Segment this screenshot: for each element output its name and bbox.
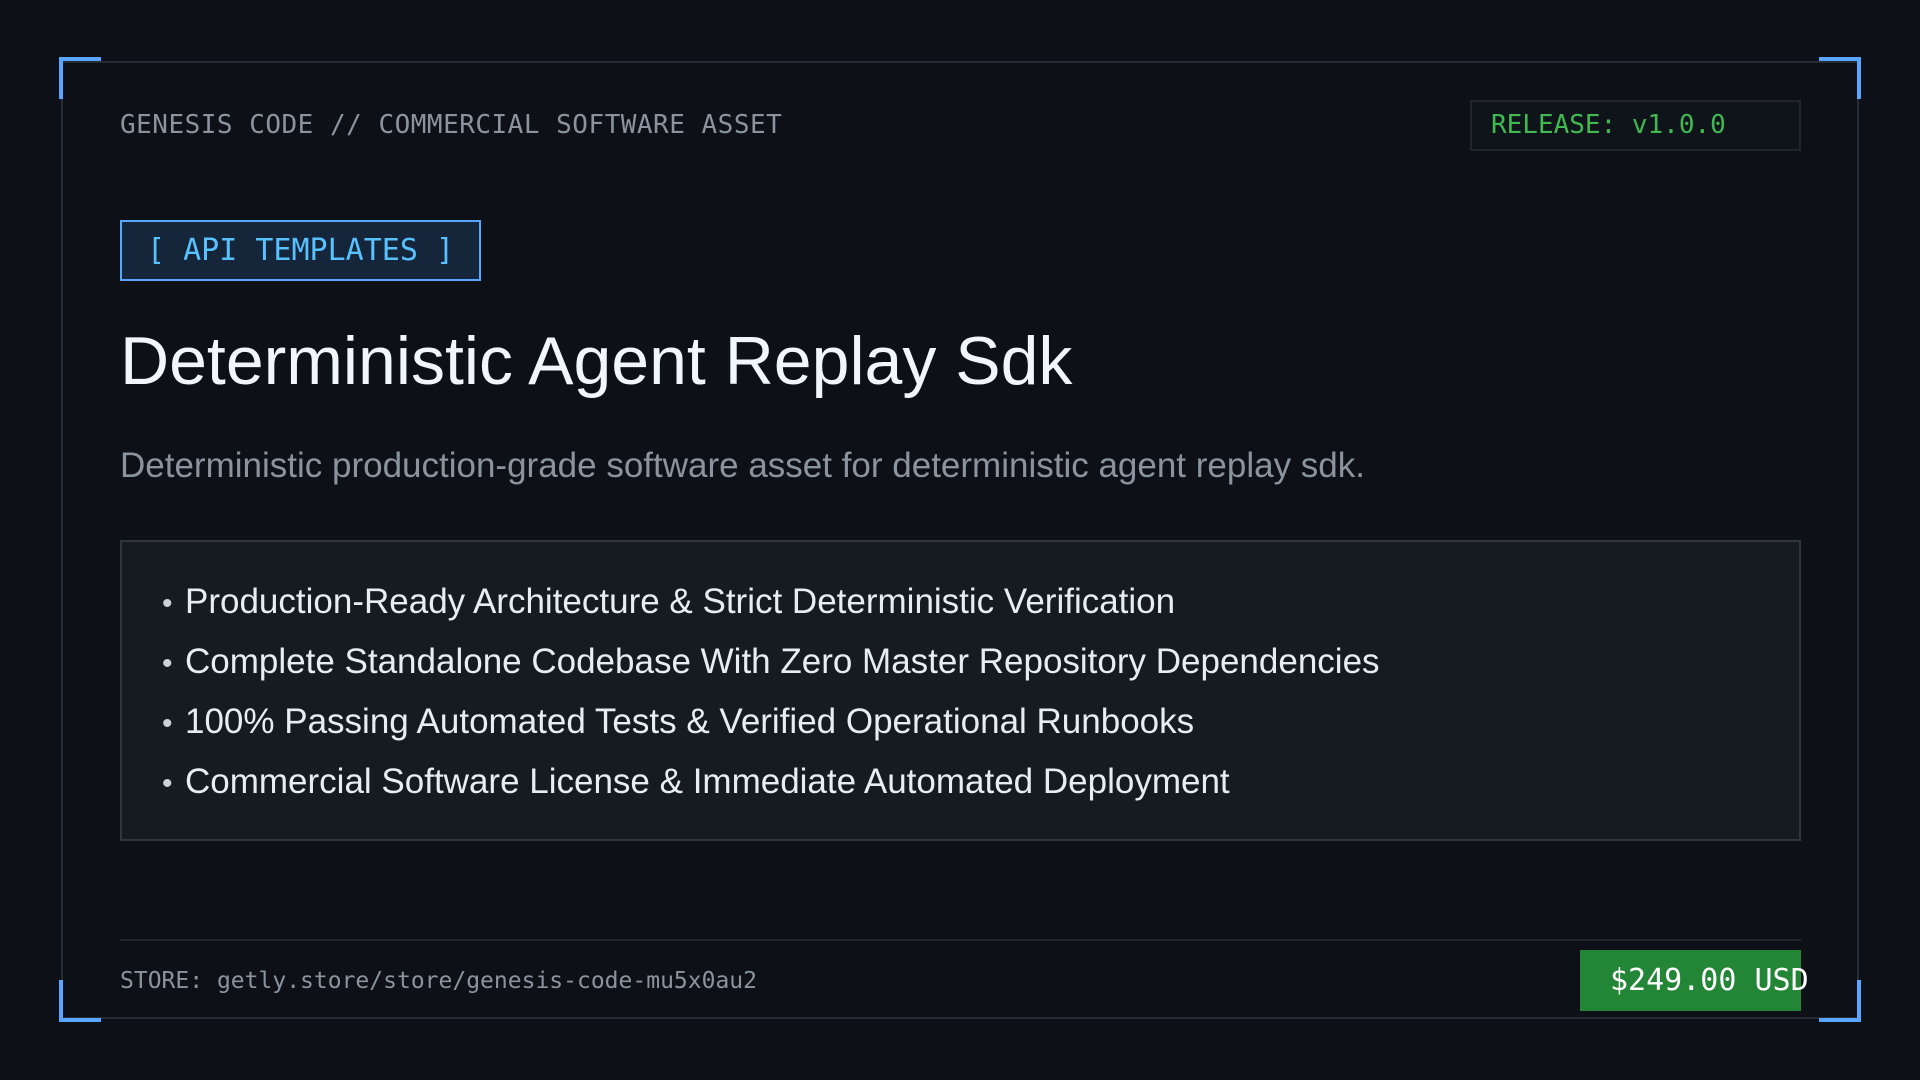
store-label: STORE: [120, 968, 204, 994]
product-description: Deterministic production-grade software … [120, 446, 1365, 485]
feature-item: • Commercial Software License & Immediate… [162, 753, 1799, 813]
footer-divider [120, 939, 1801, 941]
features-panel: • Production-Ready Architecture & Strict … [120, 540, 1801, 841]
feature-item: • 100% Passing Automated Tests & Verified… [162, 693, 1799, 753]
feature-text: Commercial Software License & Immediate … [185, 762, 1230, 801]
bullet-icon: • [162, 647, 173, 680]
price-button[interactable]: $249.00 USD [1580, 950, 1809, 1011]
corner-bracket-bottom-right [1819, 980, 1861, 1022]
feature-text: Production-Ready Architecture & Strict D… [185, 582, 1176, 621]
store-link[interactable]: STORE: getly.store/store/genesis-code-mu… [120, 966, 757, 996]
bullet-icon: • [162, 707, 173, 740]
release-badge: RELEASE: v1.0.0 [1470, 100, 1801, 151]
bullet-icon: • [162, 587, 173, 620]
feature-text: 100% Passing Automated Tests & Verified … [185, 702, 1195, 741]
bullet-icon: • [162, 767, 173, 800]
feature-item: • Production-Ready Architecture & Strict … [162, 573, 1799, 633]
category-tag: [ API TEMPLATES ] [120, 220, 481, 281]
corner-bracket-bottom-left [59, 980, 101, 1022]
store-url[interactable]: getly.store/store/genesis-code-mu5x0au2 [217, 968, 757, 994]
header-label: GENESIS CODE // COMMERCIAL SOFTWARE ASSE… [120, 110, 783, 140]
product-title: Deterministic Agent Replay Sdk [120, 323, 1073, 399]
corner-bracket-top-right [1819, 57, 1861, 99]
feature-text: Complete Standalone Codebase With Zero M… [185, 642, 1380, 681]
feature-item: • Complete Standalone Codebase With Zero … [162, 633, 1799, 693]
features-list: • Production-Ready Architecture & Strict … [122, 542, 1799, 813]
corner-bracket-top-left [59, 57, 101, 99]
